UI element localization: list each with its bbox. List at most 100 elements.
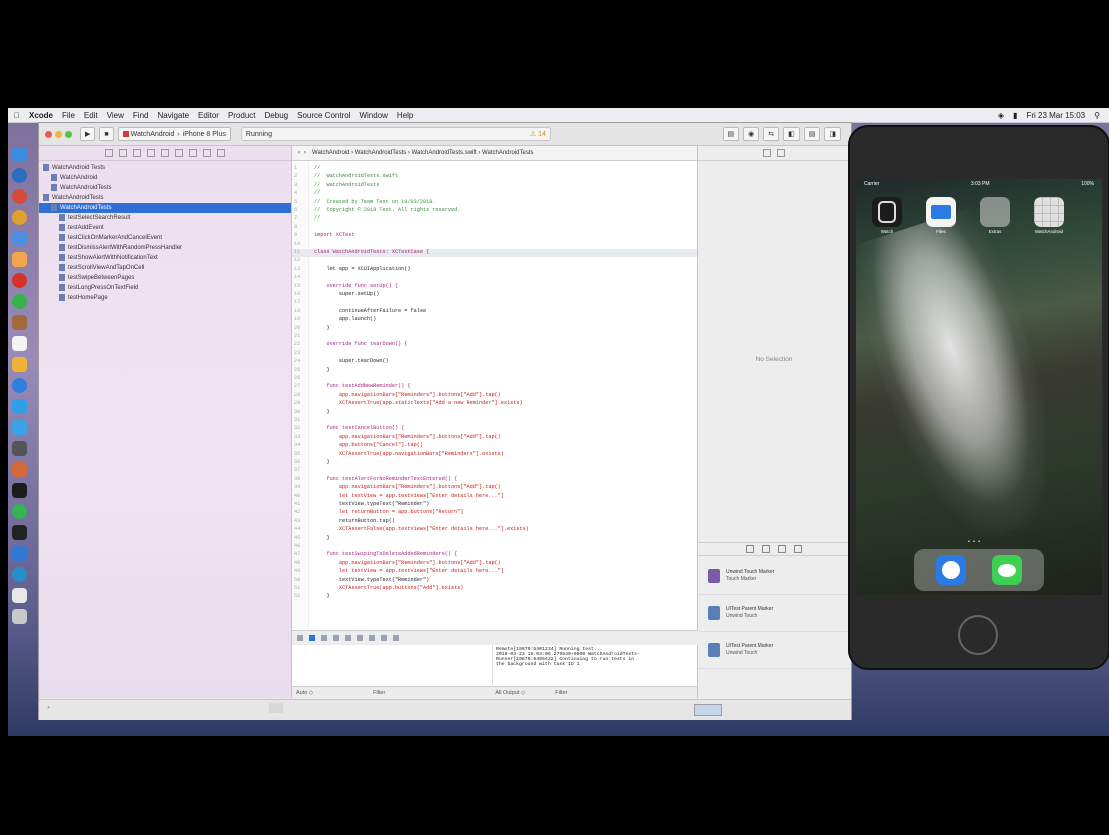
menu-item[interactable]: File (62, 111, 75, 120)
auto-selector[interactable]: Auto ◇ (296, 690, 313, 696)
globe-icon[interactable] (11, 567, 27, 582)
menu-item[interactable]: Product (228, 111, 256, 120)
code-line[interactable]: app.navigationBars["Reminders"].buttons[… (314, 560, 501, 567)
code-line[interactable]: let textView = app.textViews["Enter deta… (314, 493, 504, 500)
code-line[interactable]: func testCancelButton() { (314, 425, 404, 432)
object-library-icon[interactable] (778, 545, 786, 553)
library-item[interactable]: UITest Parent Marker Unwind Touch (698, 595, 850, 632)
navigator-row[interactable]: testSelectSearchResult (39, 213, 291, 223)
stop-button[interactable]: ■ (99, 127, 114, 141)
notes-icon[interactable] (11, 315, 27, 330)
navigator-row[interactable]: testHomePage (39, 293, 291, 303)
code-line[interactable]: } (314, 409, 329, 416)
navigator-row[interactable]: testLongPressOnTextField (39, 283, 291, 293)
code-line[interactable]: app.launch() (314, 316, 376, 323)
file-inspector-icon[interactable] (763, 149, 771, 157)
app-watchandroid[interactable]: WatchAndroid (1034, 197, 1064, 234)
pause-icon[interactable] (321, 635, 327, 641)
navigator-row[interactable]: testShowAlertWithNotificationText (39, 253, 291, 263)
source-control-icon[interactable] (119, 149, 127, 157)
console-filter[interactable]: Filter (555, 690, 567, 696)
skype-icon[interactable] (11, 399, 27, 414)
app-extras[interactable]: Extras (980, 197, 1010, 234)
file-template-icon[interactable] (746, 545, 754, 553)
code-line[interactable]: textView.typeText("Reminder") (314, 577, 429, 584)
code-line[interactable]: import XCTest (314, 232, 354, 239)
code-line[interactable]: XCTAssertTrue(app.staticTexts["Add a new… (314, 400, 523, 407)
safari-icon[interactable] (936, 555, 966, 585)
step-in-icon[interactable] (345, 635, 351, 641)
console-output[interactable]: Remote[19870:5401234] Running test... 201… (493, 645, 697, 685)
code-line[interactable]: super.tearDown() (314, 358, 389, 365)
apple-icon[interactable]:  (14, 111, 20, 120)
wifi-icon[interactable]: ◈ (998, 111, 1004, 120)
library-item[interactable]: Unwind Touch Marker Touch Marker (698, 558, 850, 595)
whatsapp-icon[interactable] (11, 294, 27, 309)
quick-help-icon[interactable] (777, 149, 785, 157)
code-line[interactable]: } (314, 535, 329, 542)
menu-item[interactable]: Editor (198, 111, 219, 120)
opera-icon[interactable] (11, 273, 27, 288)
navigator-row[interactable]: WatchAndroid Tests (39, 163, 291, 173)
code-line[interactable]: // Copyright © 2018 Test. All rights res… (314, 207, 460, 214)
navigator-row[interactable]: WatchAndroidTests (39, 193, 291, 203)
code-line[interactable]: returnButton.tap() (314, 518, 395, 525)
menu-item[interactable]: Help (397, 111, 413, 120)
documents-icon[interactable] (11, 588, 27, 603)
calendar-icon[interactable] (11, 336, 27, 351)
clock[interactable]: Fri 23 Mar 15:03 (1026, 111, 1085, 120)
home-button[interactable] (958, 615, 998, 655)
code-line[interactable]: } (314, 593, 329, 600)
code-line[interactable]: app.buttons["Cancel"].tap() (314, 442, 423, 449)
code-line[interactable]: XCTAssertTrue(app.navigationBars["Remind… (314, 451, 504, 458)
code-line[interactable]: override func setUp() { (314, 283, 398, 290)
toggle-debug-button[interactable]: ▤ (803, 127, 821, 141)
pages-icon[interactable] (11, 357, 27, 372)
camera-icon[interactable] (11, 441, 27, 456)
code-line[interactable]: func testAddNewReminder() { (314, 383, 410, 390)
code-line[interactable]: continueAfterFailure = false (314, 308, 426, 315)
code-line[interactable]: textView.typeText("Reminder") (314, 501, 429, 508)
back-icon[interactable]: ‹ (298, 150, 300, 156)
mail-icon[interactable] (11, 231, 27, 246)
code-area[interactable]: 1 // 2 // WatchAndroidTests.swift 3 // WatchA… (292, 161, 697, 629)
menu-item[interactable]: Navigate (157, 111, 189, 120)
code-line[interactable]: override func tearDown() { (314, 341, 407, 348)
standard-editor-button[interactable]: ▤ (722, 127, 740, 141)
code-line[interactable]: class WatchAndroidTests: XCTestCase { (314, 249, 429, 256)
memory-graph-icon[interactable] (381, 635, 387, 641)
photos-icon[interactable] (11, 252, 27, 267)
spotlight-icon[interactable]: ⚲ (1094, 111, 1100, 120)
code-line[interactable]: // (314, 215, 320, 222)
terminal-icon[interactable] (11, 483, 27, 498)
chrome-icon[interactable] (11, 189, 27, 204)
zoom-icon[interactable] (65, 130, 72, 138)
code-line[interactable]: app.navigationBars["Reminders"].buttons[… (314, 392, 501, 399)
breakpoints-icon[interactable] (309, 635, 315, 641)
issue-icon[interactable] (161, 149, 169, 157)
run-button[interactable]: ▶ (80, 127, 96, 141)
navigator-row[interactable]: testAddEvent (39, 223, 291, 233)
menu-item[interactable]: Xcode (29, 111, 53, 120)
forward-icon[interactable]: › (304, 150, 306, 156)
menu-item[interactable]: Debug (265, 111, 289, 120)
report-icon[interactable] (217, 149, 225, 157)
simulator-icon[interactable] (11, 546, 27, 561)
output-selector[interactable]: All Output ◇ (495, 690, 525, 696)
folder-icon[interactable] (105, 149, 113, 157)
app-watch[interactable]: Watch (872, 197, 902, 234)
code-line[interactable]: app.navigationBars["Reminders"].buttons[… (314, 484, 501, 491)
code-line[interactable]: // WatchAndroidTests (314, 182, 379, 189)
code-line[interactable]: // (314, 190, 320, 197)
appstore-icon[interactable] (11, 420, 27, 435)
warning-badge[interactable]: ⚠ 14 (530, 130, 546, 138)
navigator-row[interactable]: WatchAndroidTests (39, 183, 291, 193)
menu-item[interactable]: View (107, 111, 124, 120)
step-over-icon[interactable] (333, 635, 339, 641)
code-line[interactable]: app.navigationBars["Reminders"].buttons[… (314, 434, 501, 441)
messages-icon[interactable] (992, 555, 1022, 585)
scheme-selector[interactable]: WatchAndroid › iPhone 8 Plus (117, 127, 231, 141)
code-line[interactable]: XCTAssertTrue(app.buttons["Add"].exists) (314, 585, 464, 592)
chrome-canary-icon[interactable] (11, 210, 27, 225)
code-line[interactable]: XCTAssertFalse(app.textViews["Enter deta… (314, 526, 529, 533)
